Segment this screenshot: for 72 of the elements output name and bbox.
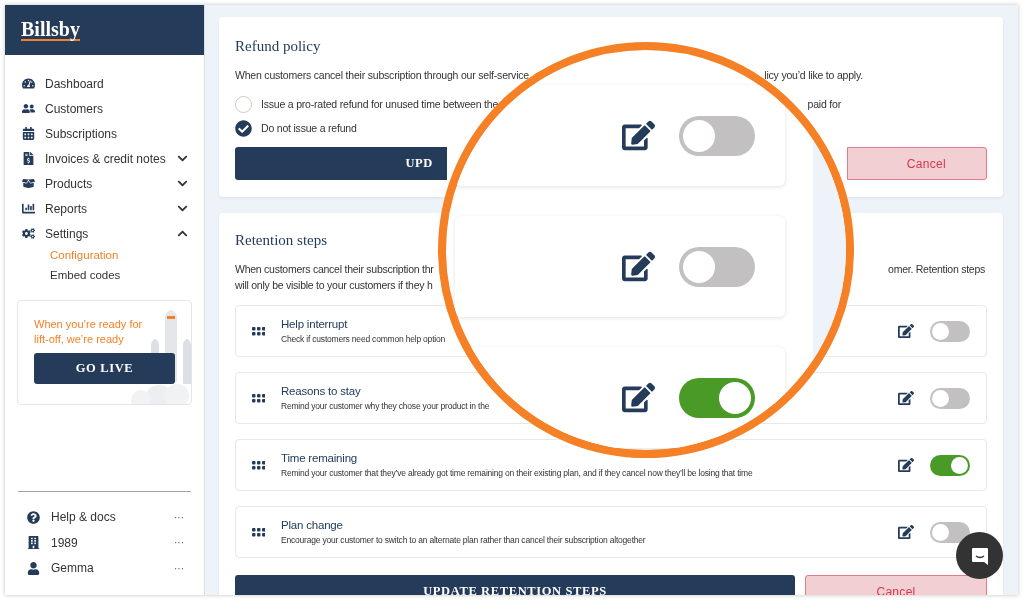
drag-handle-icon[interactable] <box>252 326 265 336</box>
nav-item[interactable]: Products <box>22 171 188 196</box>
section-description: will only be visible to your customers if they h <box>235 278 433 294</box>
nav-item[interactable]: Settings <box>22 221 188 246</box>
chevron-down-icon[interactable] <box>177 153 188 164</box>
drag-handle-icon[interactable] <box>252 527 265 537</box>
promo-text: When you’re ready for lift-off, we’re ready <box>34 317 144 347</box>
users-icon <box>22 102 35 115</box>
edit-icon[interactable] <box>622 250 655 283</box>
section-title: Refund policy <box>235 37 322 56</box>
chevron-up-icon[interactable] <box>177 228 188 239</box>
gauge-icon <box>22 77 35 90</box>
calendar-icon <box>22 127 35 140</box>
update-retention-steps-button[interactable]: UPDATE RETENTION STEPS <box>235 575 795 595</box>
box-icon <box>22 177 35 190</box>
account-item[interactable]: 1989 ··· <box>27 530 184 556</box>
toggle-switch[interactable] <box>930 521 970 543</box>
bar-chart-icon <box>22 202 35 215</box>
nav-item[interactable]: Dashboard <box>22 71 188 96</box>
toggle-switch[interactable] <box>930 454 970 476</box>
user-icon <box>27 561 40 575</box>
section-title: Retention steps <box>235 231 329 250</box>
radio-unchecked[interactable] <box>235 96 252 114</box>
step-title: Time remaining <box>281 451 358 466</box>
step-title: Plan change <box>281 518 343 533</box>
account-item[interactable]: Help & docs ··· <box>27 504 184 530</box>
radio-option[interactable]: Issue a pro-rated refund for unused time between the <box>235 96 499 114</box>
edit-icon[interactable] <box>898 457 914 473</box>
logo[interactable]: Billsby <box>21 19 80 41</box>
building-icon <box>27 536 40 550</box>
nav-item[interactable]: Subscriptions <box>22 121 188 146</box>
go-live-button[interactable]: GO LIVE <box>34 353 175 384</box>
gears-icon <box>22 227 35 240</box>
toggle-switch[interactable] <box>679 377 755 418</box>
edit-icon[interactable] <box>622 119 655 152</box>
update-button[interactable]: UPD <box>235 147 447 181</box>
option-label: paid for <box>807 96 841 112</box>
nav-subitem[interactable]: Embed codes <box>22 266 188 286</box>
nav-item[interactable]: Reports <box>22 196 188 221</box>
more-options[interactable]: ··· <box>174 560 184 576</box>
step-description: Remind your customer why they chose your product in the <box>281 400 490 413</box>
chevron-down-icon[interactable] <box>177 203 188 214</box>
step-title: Help interrupt <box>281 317 348 332</box>
edit-icon[interactable] <box>622 381 655 414</box>
radio-option[interactable]: Do not issue a refund <box>235 120 357 138</box>
drag-handle-icon[interactable] <box>252 460 265 470</box>
section-description: When customers cancel their subscription thr <box>235 261 434 277</box>
radio-checked[interactable] <box>235 120 252 138</box>
edit-icon[interactable] <box>898 524 914 540</box>
more-options[interactable]: ··· <box>174 509 184 525</box>
document-icon <box>22 152 35 165</box>
toggle-switch[interactable] <box>679 115 755 156</box>
step-description: Encourage your customer to switch to an alternate plan rather than cancel their subscription altogether <box>281 534 646 547</box>
chat-icon <box>969 545 990 566</box>
section-description: When customers cancel their subscription through our self-service <box>235 67 529 83</box>
step-description: Check if customers need common help option <box>281 333 446 346</box>
edit-icon[interactable] <box>898 323 914 339</box>
more-options[interactable]: ··· <box>174 535 184 551</box>
chevron-down-icon[interactable] <box>177 178 188 189</box>
toggle-switch[interactable] <box>930 387 970 409</box>
help-icon <box>27 510 40 524</box>
edit-icon[interactable] <box>898 390 914 406</box>
section-description: omer. Retention steps <box>888 261 985 277</box>
toggle-switch[interactable] <box>930 320 970 342</box>
nav-item[interactable]: Customers <box>22 96 188 121</box>
toggle-switch[interactable] <box>679 246 755 287</box>
step-title: Reasons to stay <box>281 384 361 399</box>
drag-handle-icon[interactable] <box>252 393 265 403</box>
section-description: licy you’d like to apply. <box>764 67 863 83</box>
account-item[interactable]: Gemma ··· <box>27 555 184 581</box>
step-description: Remind your customer that they’ve already got time remaining on their existing plan, and if they cancel now they’ll be losing that time <box>281 467 753 480</box>
nav-item[interactable]: Invoices & credit notes <box>22 146 188 171</box>
